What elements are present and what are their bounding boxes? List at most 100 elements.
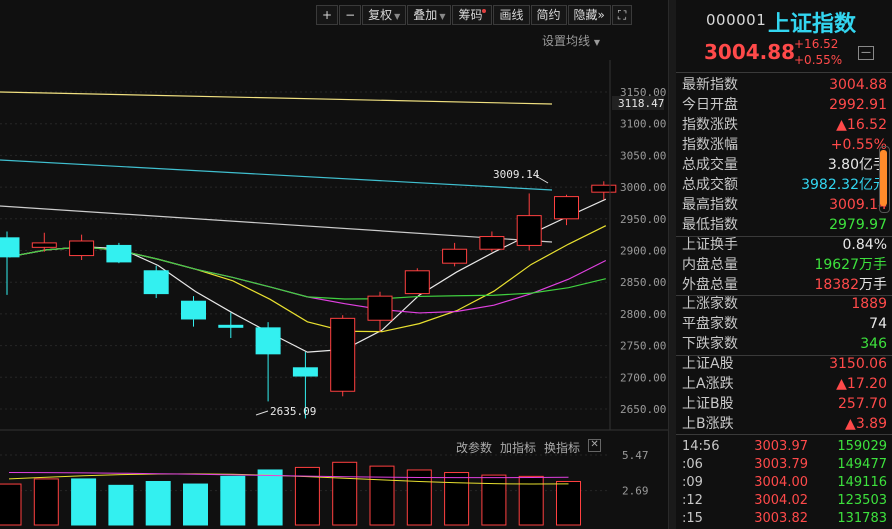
quote-value: 74 [869, 314, 887, 334]
price-tick-label: 3000.00 [620, 181, 666, 194]
quote-row: 外盘总量 18382万手 [682, 275, 887, 295]
price-tick-label: 3050.00 [620, 149, 666, 162]
volume-bar[interactable] [257, 469, 283, 526]
quote-value: 2979.97 [829, 215, 887, 235]
quote-value: 257.70 [838, 394, 887, 414]
price-tick-label: 2950.00 [620, 213, 666, 226]
change-percent: +0.55% [794, 53, 843, 67]
tick-price: 3003.97 [754, 439, 808, 454]
close-icon[interactable]: ✕ [588, 439, 602, 452]
quote-label: 下跌家数 [682, 336, 738, 352]
candle-body[interactable] [255, 327, 281, 355]
quote-value: 1889 [851, 294, 887, 314]
quote-label: 指数涨跌 [682, 117, 738, 133]
switch-indicator-button[interactable]: 换指标 [544, 439, 580, 456]
volume-bar[interactable] [145, 480, 171, 526]
quote-label: 上证B股 [682, 396, 734, 412]
quote-label: 上涨家数 [682, 296, 738, 312]
volume-bar[interactable] [369, 465, 395, 526]
index-name: 上证指数 [768, 12, 857, 37]
tick-time: 14:56 [682, 439, 720, 454]
volume-bar[interactable] [71, 478, 97, 526]
tick-row: :09 3004.00 149116 [682, 474, 887, 492]
quote-row: 总成交量 3.80亿手 [682, 155, 887, 175]
price-tick-label: 2650.00 [620, 403, 666, 416]
quote-number: 2992.91 [829, 97, 887, 113]
volume-bar[interactable] [444, 472, 470, 526]
volume-bar[interactable] [183, 483, 208, 526]
candle-body[interactable] [442, 248, 468, 264]
quote-value: 346 [860, 334, 887, 354]
high-price-annotation: 3009.14 [493, 168, 540, 181]
add-indicator-button[interactable]: 加指标 [500, 439, 536, 456]
scrollbar-thumb[interactable] [880, 150, 887, 206]
edit-params-button[interactable]: 改参数 [456, 439, 492, 456]
quote-row: 上B涨跌 ▲3.89 [682, 414, 887, 434]
price-tick-label: 3100.00 [620, 118, 666, 131]
quote-value: ▲3.89 [845, 414, 887, 434]
tick-price: 3003.79 [754, 457, 808, 472]
price-tick-label: 2800.00 [620, 308, 666, 321]
candle-body[interactable] [31, 242, 57, 248]
quote-rows-ab: 上证A股 3150.06 上A涨跌 ▲17.20 上证B股 257.70 上B涨跌 ▲3.89 [682, 354, 887, 434]
price-tick-label: 2700.00 [620, 371, 666, 384]
quote-number: 3150.06 [829, 356, 887, 372]
quote-value: ▲16.52 [836, 115, 887, 135]
quote-number: 74 [869, 316, 887, 332]
quote-label: 指数涨幅 [682, 137, 738, 153]
quote-label: 最新指数 [682, 77, 738, 93]
volume-bar[interactable] [481, 474, 507, 526]
quote-number: 1889 [851, 296, 887, 312]
candle-body[interactable] [404, 270, 430, 295]
candle-body[interactable] [106, 244, 132, 263]
candle-body[interactable] [0, 237, 20, 258]
tick-row: :15 3003.82 131783 [682, 510, 887, 528]
candle-body[interactable] [69, 240, 95, 257]
candle-body[interactable] [367, 295, 393, 321]
tick-row: :12 3004.02 123503 [682, 492, 887, 510]
quote-number: ▲17.20 [836, 376, 887, 392]
tick-time: :12 [682, 493, 703, 508]
candle-body[interactable] [591, 184, 617, 193]
volume-bar[interactable] [0, 483, 22, 526]
price-tick-label: 2750.00 [620, 340, 666, 353]
low-arrow-icon [255, 410, 269, 416]
collapse-icon[interactable]: — [858, 46, 874, 60]
quote-label: 内盘总量 [682, 257, 738, 273]
tick-price: 3003.82 [754, 511, 808, 526]
quote-number: 3004.88 [829, 77, 887, 93]
quote-label: 总成交额 [682, 177, 738, 193]
candle-body[interactable] [516, 215, 542, 246]
quote-number: 0.84% [842, 237, 887, 253]
candle-body[interactable] [181, 300, 206, 320]
ma20-line [8, 246, 607, 314]
candle-body[interactable] [143, 270, 169, 295]
tick-volume: 159029 [837, 439, 887, 454]
quote-row: 最低指数 2979.97 [682, 215, 887, 235]
candle-body[interactable] [292, 367, 318, 377]
tick-row: 14:56 3003.97 159029 [682, 438, 887, 456]
candle-body[interactable] [554, 196, 579, 220]
volume-bar[interactable] [33, 478, 59, 526]
price-tick-label: 2900.00 [620, 245, 666, 258]
quote-row: 最高指数 3009.14 [682, 195, 887, 215]
quote-value: 3982.32亿元 [801, 175, 887, 195]
quote-label: 上A涨跌 [682, 376, 734, 392]
candle-body[interactable] [479, 236, 505, 250]
long-ma-line [0, 91, 553, 105]
candle-body[interactable] [330, 317, 356, 392]
stock-code: 000001 [706, 11, 767, 29]
quote-value: 3150.06 [829, 354, 887, 374]
tick-volume: 149116 [837, 475, 887, 490]
volume-bar[interactable] [332, 461, 358, 526]
volume-bar[interactable] [406, 469, 432, 526]
volume-bar[interactable] [556, 480, 581, 526]
tick-row: :06 3003.79 149477 [682, 456, 887, 474]
long-ma-line [0, 205, 553, 243]
volume-bar[interactable] [108, 484, 134, 526]
candle-body[interactable] [218, 324, 244, 328]
volume-bar[interactable] [220, 475, 246, 526]
quote-row: 总成交额 3982.32亿元 [682, 175, 887, 195]
tick-volume: 131783 [837, 511, 887, 526]
quote-row: 上证换手 0.84% [682, 235, 887, 255]
